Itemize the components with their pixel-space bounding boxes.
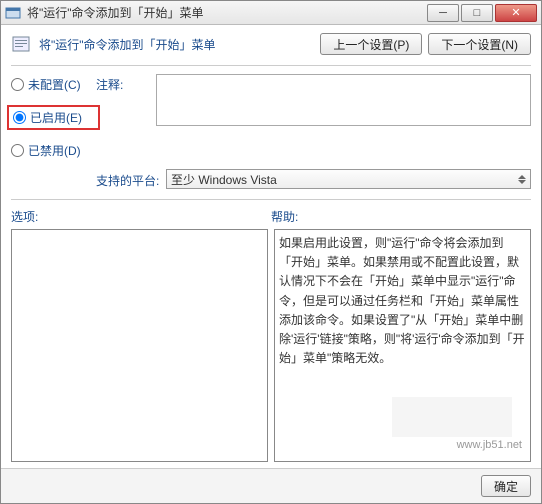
- maximize-button[interactable]: □: [461, 4, 493, 22]
- comment-label: 注释:: [96, 74, 156, 93]
- dialog-window: 将"运行"命令添加到「开始」菜单 ─ □ ✕ 将"运行"命令添加到「开始」菜单 …: [0, 0, 542, 504]
- comment-textarea[interactable]: [156, 74, 531, 126]
- watermark: www.jb51.net: [457, 437, 522, 455]
- separator: [11, 65, 531, 66]
- header-row: 将"运行"命令添加到「开始」菜单 上一个设置(P) 下一个设置(N): [11, 33, 531, 55]
- radio-label: 未配置(C): [28, 76, 81, 93]
- minimize-button[interactable]: ─: [427, 4, 459, 22]
- panes: 如果启用此设置，则"运行"命令将会添加到「开始」菜单。如果禁用或不配置此设置，默…: [11, 229, 531, 462]
- header-text: 将"运行"命令添加到「开始」菜单: [39, 36, 216, 53]
- radio-enabled-input[interactable]: [13, 111, 26, 124]
- help-text: 如果启用此设置，则"运行"命令将会添加到「开始」菜单。如果禁用或不配置此设置，默…: [279, 236, 525, 365]
- platform-value: 至少 Windows Vista: [171, 171, 277, 188]
- pane-headers: 选项: 帮助:: [11, 208, 531, 225]
- overlay-block: [392, 397, 512, 437]
- previous-setting-button[interactable]: 上一个设置(P): [320, 33, 422, 55]
- window-title: 将"运行"命令添加到「开始」菜单: [27, 4, 425, 21]
- radio-label: 已禁用(D): [28, 142, 81, 159]
- platform-label: 支持的平台:: [96, 170, 166, 189]
- highlight-box: 已启用(E): [7, 105, 100, 130]
- radio-not-configured[interactable]: 未配置(C): [11, 76, 96, 93]
- content-area: 将"运行"命令添加到「开始」菜单 上一个设置(P) 下一个设置(N) 未配置(C…: [1, 25, 541, 468]
- radio-enabled[interactable]: 已启用(E): [13, 109, 94, 126]
- ok-button[interactable]: 确定: [481, 475, 531, 497]
- platform-select[interactable]: 至少 Windows Vista: [166, 169, 531, 189]
- next-setting-button[interactable]: 下一个设置(N): [428, 33, 531, 55]
- footer: 确定: [1, 468, 541, 503]
- radio-disabled-input[interactable]: [11, 144, 24, 157]
- radio-group: 未配置(C) 已启用(E) 已禁用(D): [11, 74, 96, 159]
- radio-label: 已启用(E): [30, 109, 82, 126]
- title-bar[interactable]: 将"运行"命令添加到「开始」菜单 ─ □ ✕: [1, 1, 541, 25]
- options-label: 选项:: [11, 208, 271, 225]
- separator: [11, 199, 531, 200]
- policy-icon: [11, 34, 31, 54]
- radio-not-configured-input[interactable]: [11, 78, 24, 91]
- help-label: 帮助:: [271, 208, 531, 225]
- chevron-down-icon: [518, 175, 526, 184]
- close-button[interactable]: ✕: [495, 4, 537, 22]
- config-row: 未配置(C) 已启用(E) 已禁用(D) 注释:: [11, 74, 531, 159]
- platform-row: 支持的平台: 至少 Windows Vista: [96, 169, 531, 189]
- options-pane[interactable]: [11, 229, 268, 462]
- radio-disabled[interactable]: 已禁用(D): [11, 142, 96, 159]
- app-icon: [5, 5, 21, 21]
- help-pane[interactable]: 如果启用此设置，则"运行"命令将会添加到「开始」菜单。如果禁用或不配置此设置，默…: [274, 229, 531, 462]
